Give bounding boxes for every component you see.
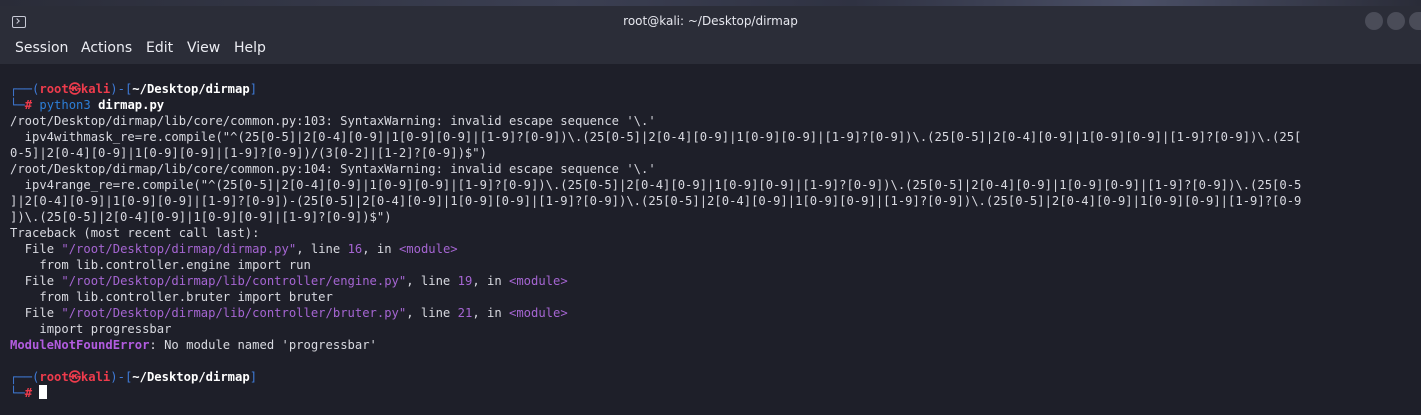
error-line: ModuleNotFoundError: No module named 'pr… [10,338,377,352]
command-line: └─# [10,385,48,401]
menu-help[interactable]: Help [234,40,266,56]
terminal-window: root@kali: ~/Desktop/dirmap Session Acti… [0,0,1421,415]
terminal-output[interactable]: ┌──(root㉿kali)-[~/Desktop/dirmap] └─# py… [0,64,1411,415]
close-button[interactable] [1409,12,1421,30]
traceback-frame: File "/root/Desktop/dirmap/dirmap.py", l… [24,242,458,256]
prompt-line: ┌──(root㉿kali)-[~/Desktop/dirmap] [10,82,258,96]
output-line: ipv4range_re=re.compile("^(25[0-5]|2[0-4… [10,178,1302,192]
output-line: /root/Desktop/dirmap/lib/core/common.py:… [10,114,656,128]
traceback-code: from lib.controller.bruter import bruter [39,290,333,304]
output-line: /root/Desktop/dirmap/lib/core/common.py:… [10,162,656,176]
traceback-code: import progressbar [39,322,172,336]
menu-bar: Session Actions Edit View Help [0,36,1421,64]
menu-session[interactable]: Session [15,40,68,56]
traceback-frame: File "/root/Desktop/dirmap/lib/controlle… [24,306,568,320]
output-line: ipv4withmask_re=re.compile("^(25[0-5]|2[… [10,130,1302,144]
menu-actions[interactable]: Actions [81,40,132,56]
prompt-line: ┌──(root㉿kali)-[~/Desktop/dirmap] [10,370,258,384]
traceback-header: Traceback (most recent call last): [10,226,260,240]
text-cursor [39,385,48,399]
command-line: └─# python3 dirmap.py [10,98,165,112]
output-line: ]|2[0-4][0-9]|1[0-9][0-9]|[1-9]?[0-9])-(… [10,194,1302,208]
title-bar[interactable]: root@kali: ~/Desktop/dirmap [0,6,1421,36]
maximize-button[interactable] [1387,12,1405,30]
menu-view[interactable]: View [187,40,220,56]
traceback-code: from lib.controller.engine import run [39,258,311,272]
output-line: ])\.(25[0-5]|2[0-4][0-9]|1[0-9][0-9]|[1-… [10,210,392,224]
scrollbar[interactable] [1411,64,1421,415]
output-line: 0-5]|2[0-4][0-9]|1[0-9][0-9]|[1-9]?[0-9]… [10,146,487,160]
menu-edit[interactable]: Edit [146,40,173,56]
traceback-frame: File "/root/Desktop/dirmap/lib/controlle… [24,274,568,288]
minimize-button[interactable] [1365,12,1383,30]
window-title: root@kali: ~/Desktop/dirmap [623,14,798,28]
